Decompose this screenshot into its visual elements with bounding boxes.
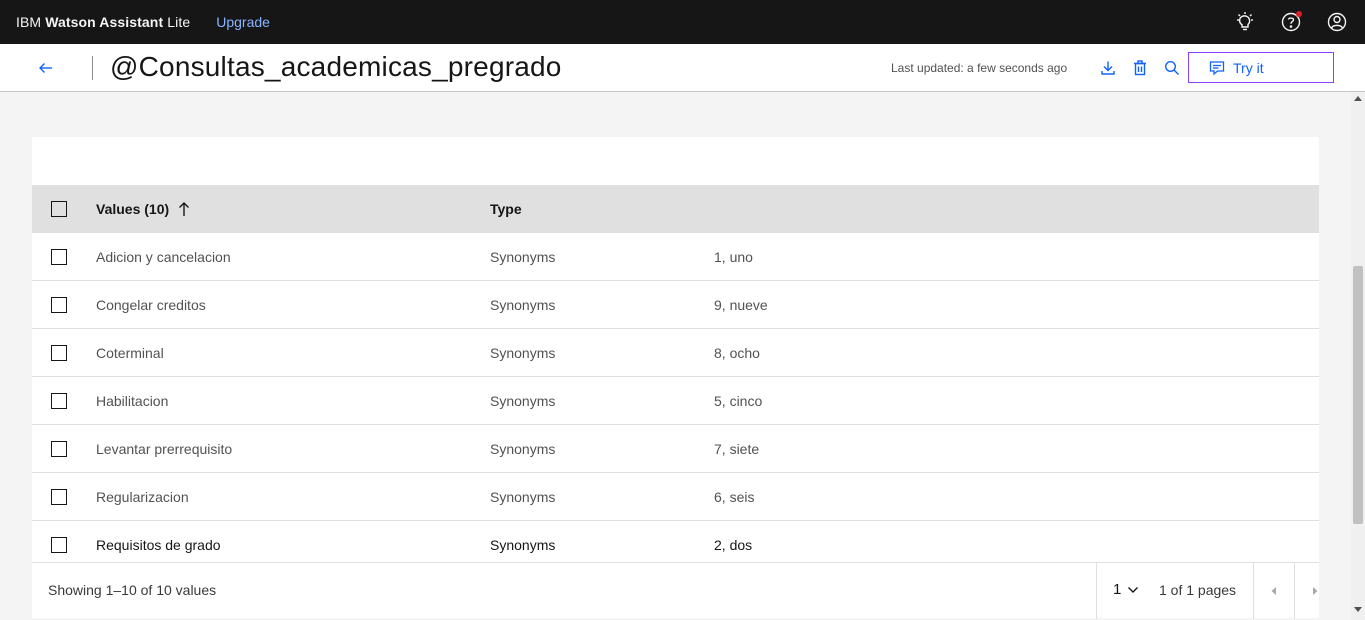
table-header: Values (10) Type	[32, 185, 1319, 233]
header-divider	[92, 56, 93, 80]
upgrade-link[interactable]: Upgrade	[216, 14, 270, 30]
synonyms-cell: 7, siete	[714, 440, 760, 457]
row-checkbox[interactable]	[51, 489, 67, 505]
row-checkbox[interactable]	[51, 537, 67, 553]
trash-icon[interactable]	[1130, 58, 1150, 78]
search-icon[interactable]	[1162, 58, 1182, 78]
table-row[interactable]: Habilitacion Synonyms 5, cinco	[32, 377, 1319, 425]
value-cell[interactable]: Congelar creditos	[96, 297, 206, 313]
page-title[interactable]: @Consultas_academicas_pregrado	[110, 51, 562, 83]
synonyms-cell: 9, nueve	[714, 296, 768, 313]
scroll-down-arrow-icon[interactable]	[1354, 607, 1362, 612]
type-column-header: Type	[490, 201, 522, 217]
brand-bold: Watson Assistant	[45, 14, 164, 30]
pages-of-text: 1 of 1 pages	[1159, 582, 1237, 598]
type-cell: Synonyms	[490, 392, 556, 409]
row-checkbox[interactable]	[51, 441, 67, 457]
value-cell[interactable]: Adicion y cancelacion	[96, 249, 231, 265]
caret-right-icon	[1313, 587, 1318, 595]
next-page-button[interactable]	[1295, 563, 1335, 619]
pagination-bar: Showing 1–10 of 10 values 1 1 of 1 pages	[32, 562, 1319, 619]
table-row[interactable]: Adicion y cancelacion Synonyms 1, uno	[32, 233, 1319, 281]
brand-prefix: IBM	[16, 14, 42, 30]
download-icon[interactable]	[1098, 58, 1118, 78]
arrow-left-icon[interactable]	[34, 56, 58, 80]
top-navbar: IBM Watson Assistant Lite Upgrade	[0, 0, 1365, 44]
table-toolbar	[32, 137, 1319, 185]
scrollbar-thumb[interactable]	[1353, 266, 1363, 524]
table-row[interactable]: Coterminal Synonyms 8, ocho	[32, 329, 1319, 377]
value-cell[interactable]: Regularizacion	[96, 489, 189, 505]
select-all-checkbox[interactable]	[51, 201, 67, 217]
product-name[interactable]: IBM Watson Assistant Lite	[16, 14, 190, 30]
type-cell: Synonyms	[490, 344, 556, 361]
type-cell: Synonyms	[490, 248, 556, 265]
last-updated-text: Last updated: a few seconds ago	[891, 61, 1068, 75]
user-avatar-icon[interactable]	[1323, 8, 1351, 36]
row-checkbox[interactable]	[51, 345, 67, 361]
brand-suffix: Lite	[167, 14, 191, 30]
arrow-up-icon	[179, 202, 190, 216]
entity-header: @Consultas_academicas_pregrado Last upda…	[0, 44, 1365, 92]
table-row[interactable]: Regularizacion Synonyms 6, seis	[32, 473, 1319, 521]
lightbulb-icon[interactable]	[1231, 8, 1259, 36]
scroll-up-arrow-icon[interactable]	[1354, 96, 1362, 101]
chevron-down-icon	[1128, 586, 1139, 593]
synonyms-cell: 2, dos	[714, 536, 753, 553]
values-header-label: Values (10)	[96, 201, 170, 217]
page-number: 1	[1113, 581, 1122, 598]
value-cell[interactable]: Levantar prerrequisito	[96, 441, 232, 457]
value-cell[interactable]: Coterminal	[96, 345, 164, 361]
value-cell[interactable]: Requisitos de grado	[96, 537, 221, 553]
synonyms-cell: 8, ocho	[714, 344, 760, 361]
row-checkbox[interactable]	[51, 393, 67, 409]
values-column-header[interactable]: Values (10)	[96, 201, 191, 217]
showing-count: Showing 1–10 of 10 values	[48, 582, 217, 598]
synonyms-cell: 1, uno	[714, 248, 753, 265]
synonyms-cell: 6, seis	[714, 488, 755, 505]
value-cell[interactable]: Habilitacion	[96, 393, 168, 409]
pager-divider	[1096, 563, 1097, 619]
page-select[interactable]: 1	[1113, 581, 1139, 598]
table-body: Adicion y cancelacion Synonyms 1, uno Co…	[32, 233, 1319, 569]
row-checkbox[interactable]	[51, 249, 67, 265]
type-cell: Synonyms	[490, 536, 556, 553]
type-cell: Synonyms	[490, 296, 556, 313]
notification-dot	[1296, 11, 1302, 17]
try-it-button[interactable]: Try it	[1188, 52, 1334, 83]
row-checkbox[interactable]	[51, 297, 67, 313]
table-row[interactable]: Levantar prerrequisito Synonyms 7, siete	[32, 425, 1319, 473]
type-cell: Synonyms	[490, 440, 556, 457]
try-it-label: Try it	[1233, 59, 1264, 76]
synonyms-cell: 5, cinco	[714, 392, 763, 409]
help-icon[interactable]	[1277, 8, 1305, 36]
caret-left-icon	[1271, 587, 1276, 595]
chat-icon	[1209, 60, 1225, 75]
previous-page-button[interactable]	[1254, 563, 1294, 619]
type-cell: Synonyms	[490, 488, 556, 505]
top-icons	[1231, 8, 1351, 36]
table-row[interactable]: Congelar creditos Synonyms 9, nueve	[32, 281, 1319, 329]
